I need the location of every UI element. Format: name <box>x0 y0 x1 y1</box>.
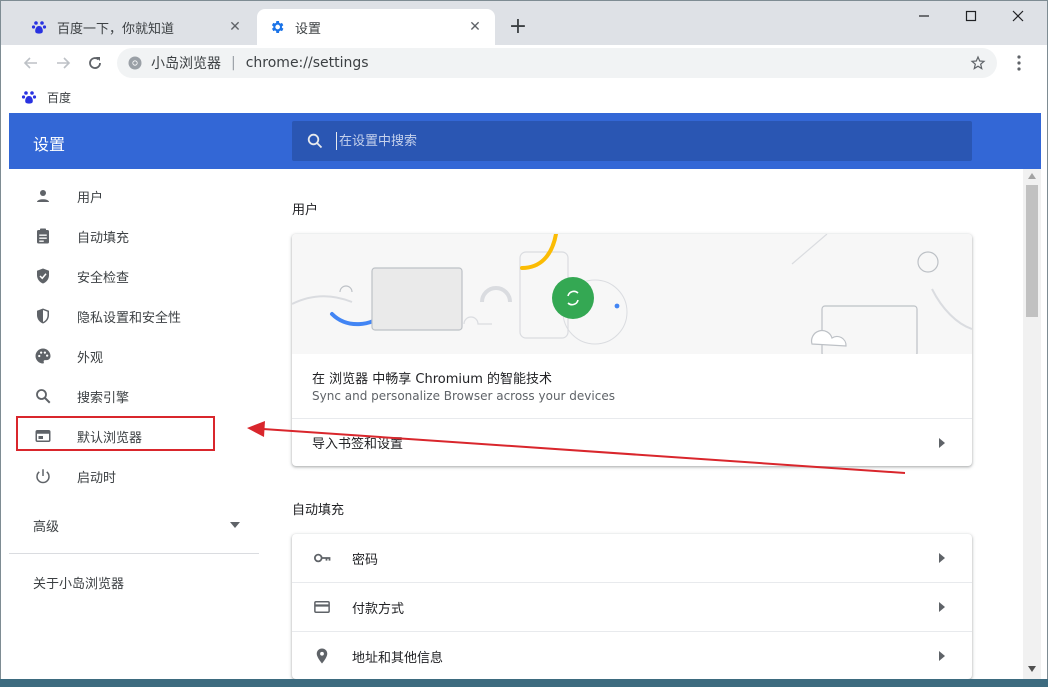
sidebar-item-privacy[interactable]: 隐私设置和安全性 <box>9 296 259 336</box>
forward-arrow-icon <box>57 57 71 69</box>
row-label: 地址和其他信息 <box>352 650 444 666</box>
person-icon <box>33 186 53 206</box>
bookmark-label: 百度 <box>47 90 72 105</box>
page-title: 设置 <box>33 135 66 154</box>
addresses-row[interactable]: 地址和其他信息 <box>292 632 972 679</box>
caret-down-icon <box>229 519 241 531</box>
sidebar-about-link[interactable]: 关于小岛浏览器 <box>33 573 124 592</box>
reload-icon <box>89 57 101 69</box>
url-text: chrome://settings <box>245 55 369 71</box>
close-tab-icon[interactable]: ✕ <box>467 19 483 35</box>
settings-header: 设置 <box>9 113 1041 169</box>
shield-half-icon <box>33 306 53 326</box>
row-label: 导入书签和设置 <box>312 437 404 452</box>
browser-window: 百度一下，你就知道 ✕ 设置 ✕ + 小岛浏览器 | chrome://sett… <box>0 0 1048 687</box>
sidebar-item-on-startup[interactable]: 启动时 <box>9 456 259 496</box>
settings-gear-icon <box>269 19 285 35</box>
import-bookmarks-row[interactable]: 导入书签和设置 <box>292 419 972 466</box>
sync-promo-subtitle: Sync and personalize Browser across your… <box>312 389 615 403</box>
new-tab-button[interactable]: + <box>507 14 529 39</box>
credit-card-icon <box>312 597 332 617</box>
maximize-button[interactable] <box>948 1 994 31</box>
section-title-user: 用户 <box>292 203 319 218</box>
section-title-autofill: 自动填充 <box>292 503 345 518</box>
sidebar-item-label: 隐私设置和安全性 <box>77 310 182 326</box>
palette-icon <box>33 346 53 366</box>
location-pin-icon <box>312 646 332 666</box>
tab-title: 设置 <box>295 21 322 37</box>
arrow-right-icon <box>938 602 946 612</box>
close-window-button[interactable] <box>995 1 1041 31</box>
sidebar-item-label: 用户 <box>77 190 104 206</box>
user-card: 在 浏览器 中畅享 Chromium 的智能技术 Sync and person… <box>292 234 972 466</box>
settings-search[interactable] <box>292 121 972 161</box>
reload-button[interactable] <box>81 49 109 77</box>
key-icon <box>312 548 332 568</box>
sidebar-item-label: 默认浏览器 <box>77 430 143 446</box>
row-label: 密码 <box>352 552 379 568</box>
search-icon <box>306 132 324 150</box>
sidebar-item-appearance[interactable]: 外观 <box>9 336 259 376</box>
main-scrollbar[interactable] <box>1023 169 1041 680</box>
sidebar-item-default-browser[interactable]: 默认浏览器 <box>9 416 259 456</box>
back-arrow-icon <box>23 57 37 69</box>
shield-check-icon <box>33 266 53 286</box>
scroll-down-arrow-icon[interactable] <box>1028 666 1036 672</box>
scroll-up-arrow-icon[interactable] <box>1028 173 1036 179</box>
passwords-row[interactable]: 密码 <box>292 534 972 582</box>
sidebar-item-autofill[interactable]: 自动填充 <box>9 216 259 256</box>
address-bar[interactable]: 小岛浏览器 | chrome://settings <box>117 48 997 78</box>
url-separator: | <box>231 55 236 71</box>
settings-main: 用户 在 浏览器 中畅享 Chromium 的智能技术 Sync and per… <box>259 169 1023 686</box>
browser-window-icon <box>33 426 53 446</box>
sync-promo-title: 在 浏览器 中畅享 Chromium 的智能技术 <box>312 372 553 387</box>
bookmark-baidu[interactable]: 百度 <box>21 86 71 108</box>
tab-baidu[interactable]: 百度一下，你就知道 ✕ <box>19 9 255 45</box>
chromium-logo-icon <box>127 55 143 71</box>
scrollbar-thumb[interactable] <box>1026 185 1038 317</box>
baidu-paw-icon <box>31 19 47 35</box>
tab-strip: 百度一下，你就知道 ✕ 设置 ✕ + <box>1 1 1047 45</box>
browser-menu-button[interactable] <box>1007 49 1031 77</box>
row-label: 付款方式 <box>352 601 405 617</box>
sidebar-item-label: 搜索引擎 <box>77 390 130 406</box>
clipboard-icon <box>33 226 53 246</box>
site-name: 小岛浏览器 <box>151 56 221 72</box>
search-input[interactable] <box>336 132 936 150</box>
arrow-right-icon <box>938 553 946 563</box>
forward-button[interactable] <box>49 49 77 77</box>
more-vert-icon <box>1017 55 1021 71</box>
sidebar-item-label: 启动时 <box>77 470 117 486</box>
sidebar-item-safety-check[interactable]: 安全检查 <box>9 256 259 296</box>
bookmarks-bar: 百度 <box>1 81 1047 113</box>
arrow-right-icon <box>938 437 946 448</box>
sidebar-item-label: 自动填充 <box>77 230 130 246</box>
browser-toolbar: 小岛浏览器 | chrome://settings <box>1 45 1047 81</box>
desktop-background <box>0 679 1048 687</box>
minimize-button[interactable] <box>901 1 947 31</box>
search-icon <box>33 386 53 406</box>
baidu-paw-icon <box>21 89 37 105</box>
payment-methods-row[interactable]: 付款方式 <box>292 583 972 631</box>
sidebar-item-search-engine[interactable]: 搜索引擎 <box>9 376 259 416</box>
back-button[interactable] <box>17 49 45 77</box>
sync-illustration <box>292 234 972 357</box>
tab-title: 百度一下，你就知道 <box>57 21 175 37</box>
autofill-card: 密码 付款方式 地址和其他信息 <box>292 534 972 679</box>
sidebar-item-user[interactable]: 用户 <box>9 176 259 216</box>
sidebar-item-label: 外观 <box>77 350 104 366</box>
sidebar-advanced-toggle[interactable]: 高级 <box>9 505 259 545</box>
tab-settings[interactable]: 设置 ✕ <box>257 9 495 45</box>
close-tab-icon[interactable]: ✕ <box>227 19 243 35</box>
power-icon <box>33 466 53 486</box>
settings-sidebar: 用户 自动填充 安全检查 隐私设置和安全性 外观 搜索引擎 默认浏览器 启动时 … <box>9 169 259 686</box>
sidebar-item-label: 安全检查 <box>77 270 130 286</box>
arrow-right-icon <box>938 651 946 661</box>
bookmark-star-icon[interactable] <box>969 54 987 72</box>
sidebar-divider <box>9 553 259 554</box>
advanced-label: 高级 <box>33 519 60 535</box>
